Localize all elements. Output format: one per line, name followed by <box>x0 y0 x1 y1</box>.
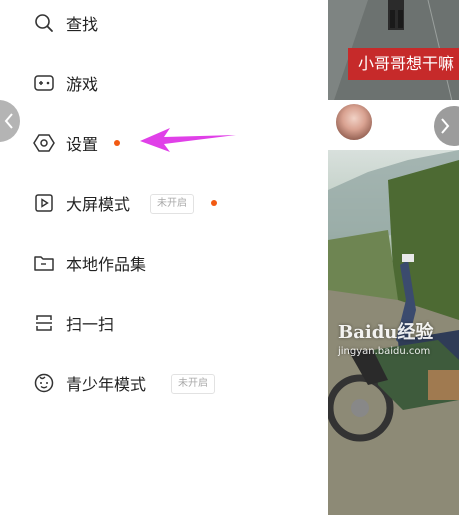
menu-item-local-works[interactable]: 本地作品集 <box>0 243 328 283</box>
status-badge: 未开启 <box>150 194 194 214</box>
menu-item-games[interactable]: 游戏 <box>0 63 328 103</box>
menu-item-scan[interactable]: 扫一扫 <box>0 303 328 343</box>
folder-icon <box>33 252 55 274</box>
play-screen-icon <box>33 192 55 214</box>
watermark-brand: Baidu经验 <box>338 322 434 343</box>
menu-item-label: 设置 <box>66 135 99 154</box>
notification-dot <box>114 140 120 146</box>
menu-item-label: 扫一扫 <box>66 315 115 334</box>
watermark: Baidu经验 jingyan.baidu.com <box>338 318 433 357</box>
side-drawer: 查找 游戏 设置 大屏模式 未开启 本地作品集 扫一扫 青少年模式 未开启 <box>0 0 328 515</box>
chevron-right-icon <box>441 118 450 134</box>
scan-icon <box>33 312 55 334</box>
child-face-icon <box>33 372 55 394</box>
menu-item-teen-mode[interactable]: 青少年模式 未开启 <box>0 363 328 403</box>
menu-item-label: 大屏模式 <box>66 195 131 214</box>
menu-item-bigscreen[interactable]: 大屏模式 未开启 <box>0 183 328 223</box>
menu-item-label: 本地作品集 <box>66 255 147 274</box>
avatar[interactable] <box>334 102 374 142</box>
video-title-label: 小哥哥想干嘛 <box>348 48 459 80</box>
menu-item-search[interactable]: 查找 <box>0 3 328 43</box>
menu-item-label: 查找 <box>66 15 99 34</box>
menu-item-label: 游戏 <box>66 75 99 94</box>
watermark-url: jingyan.baidu.com <box>338 346 431 357</box>
annotation-arrow-icon <box>140 128 236 152</box>
status-badge: 未开启 <box>171 374 215 394</box>
gamepad-icon <box>33 72 55 94</box>
search-icon <box>33 12 55 34</box>
menu-item-label: 青少年模式 <box>66 375 147 394</box>
video-feed: 小哥哥想干嘛 Baidu经验 jingyan.baidu.com <box>328 0 459 515</box>
settings-hexagon-icon <box>33 132 55 154</box>
notification-dot <box>211 200 217 206</box>
